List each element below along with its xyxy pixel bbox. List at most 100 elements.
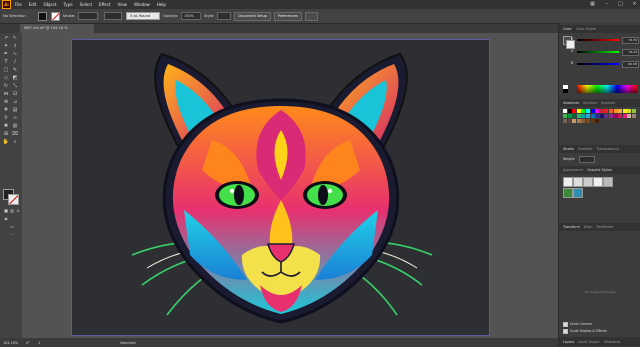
swatch-chip[interactable] [590,119,595,123]
swatch-chip[interactable] [627,114,632,118]
swatch-chip[interactable] [595,119,600,123]
swatch-chip[interactable] [632,114,636,118]
close-icon[interactable]: × [631,1,638,7]
tab-pathfinder[interactable]: Pathfinder [596,225,613,229]
swatch-chip[interactable] [613,109,618,113]
maximize-icon[interactable]: □ [617,1,624,7]
swatch-chip[interactable] [609,109,613,113]
tab-graphic-styles[interactable]: Graphic Styles [587,168,612,172]
direct-selection-tool-icon[interactable]: ↖ [11,35,19,42]
swatch-chip[interactable] [599,109,604,113]
swatch-chip[interactable] [567,114,572,118]
swatch-chip[interactable] [632,109,636,113]
hand-tool-icon[interactable]: ✋ [2,139,10,146]
tab-symbols[interactable]: Symbols [601,101,615,105]
swatch-chip[interactable] [576,119,581,123]
brush-definition-dropdown[interactable]: 5 pt. Round [126,12,161,20]
tab-gradient[interactable]: Gradient [578,147,593,151]
swatch-chip[interactable] [581,109,586,113]
swatch-chip[interactable] [595,114,600,118]
graphic-style-7[interactable] [573,188,583,198]
menu-window[interactable]: Window [134,2,150,7]
menu-view[interactable]: View [118,2,128,7]
tab-artboards[interactable]: Artboards [604,340,621,344]
width-tool-icon[interactable]: ⋈ [2,91,10,98]
swatch-chip[interactable] [572,114,577,118]
draw-mode-icon[interactable]: ◉ [2,215,10,222]
swatch-chip[interactable] [581,114,586,118]
swatch-chip[interactable] [622,109,627,113]
rotate-view-angle[interactable]: 0° [26,341,30,345]
tab-stroke[interactable]: Stroke [563,147,574,151]
swatch-chip[interactable] [627,109,632,113]
scale-tool-icon[interactable]: ⤡ [11,83,19,90]
current-tool-label[interactable]: Selection [120,341,136,345]
workspace-icon[interactable]: ▦ [589,1,596,7]
swatch-chip[interactable] [567,109,572,113]
swatch-chip[interactable] [572,109,577,113]
swatch-chip[interactable] [586,119,590,123]
swatch-chip[interactable] [609,114,613,118]
menu-help[interactable]: Help [157,2,166,7]
arrange-icon[interactable] [304,11,318,21]
free-transform-icon[interactable]: ⊡ [11,91,19,98]
tab-swatches[interactable]: Swatches [563,101,579,105]
menu-type[interactable]: Type [63,2,72,7]
minimize-icon[interactable]: – [603,1,610,7]
green-slider[interactable]: G 76.29 [571,49,639,56]
tab-appearance[interactable]: Appearance [563,168,583,172]
graph-tool-icon[interactable]: ▥ [11,123,19,130]
stroke-swatch[interactable] [50,11,60,21]
tab-color-guide[interactable]: Color Guide [576,27,596,31]
swatch-grid[interactable] [563,109,639,141]
swatch-chip[interactable] [590,109,595,113]
symbol-sprayer-icon[interactable]: ✺ [2,123,10,130]
menu-select[interactable]: Select [80,2,92,7]
screen-mode-icon[interactable]: ▭ [8,223,16,230]
tab-color[interactable]: Color [563,27,572,31]
menu-effect[interactable]: Effect [99,2,111,7]
color-stroke-swatch[interactable] [566,40,575,49]
swatch-chip[interactable] [595,109,600,113]
line-tool-icon[interactable]: / [11,59,19,66]
rectangle-tool-icon[interactable]: □ [2,67,10,74]
swatch-chip[interactable] [586,109,590,113]
green-value[interactable]: 76.29 [622,49,639,56]
tab-brushes[interactable]: Brushes [583,101,597,105]
shaper-tool-icon[interactable]: ◇ [2,75,10,82]
graphic-style-6[interactable] [563,188,573,198]
graphic-style-2[interactable] [573,177,583,187]
swatch-chip[interactable] [563,114,567,118]
black-swatch[interactable] [563,89,568,93]
stroke-weight-field[interactable] [78,12,99,20]
artboard-number[interactable]: 1 [38,341,40,345]
preferences-button[interactable]: Preferences [273,11,302,21]
blue-slider[interactable]: B 80.08 [571,61,639,68]
pen-tool-icon[interactable]: ✒ [2,51,10,58]
none-mode-icon[interactable]: ⊘ [14,207,22,214]
swatch-chip[interactable] [618,114,623,118]
swatch-chip[interactable] [613,114,618,118]
fill-swatch[interactable] [37,11,47,21]
swatch-chip[interactable] [572,119,577,123]
magic-wand-icon[interactable]: ✦ [2,43,10,50]
variable-width-field[interactable] [104,12,123,20]
blend-tool-icon[interactable]: ∞ [11,115,19,122]
graphic-style-3[interactable] [583,177,593,187]
swatch-chip[interactable] [618,109,623,113]
tab-transparency[interactable]: Transparency [597,147,620,151]
swatch-chip[interactable] [576,114,581,118]
menu-edit[interactable]: Edit [29,2,37,7]
selection-tool-icon[interactable]: ➚ [2,35,10,42]
swatch-chip[interactable] [604,114,609,118]
graphic-style-default[interactable] [563,177,573,187]
artboard[interactable] [71,39,490,336]
swatch-chip[interactable] [581,119,586,123]
stroke-weight-input[interactable] [579,156,595,163]
color-spectrum[interactable] [577,85,637,93]
graphic-style-5[interactable] [603,177,613,187]
swatch-chip[interactable] [622,114,627,118]
type-tool-icon[interactable]: T [2,59,10,66]
swatch-chip[interactable] [586,114,590,118]
style-dropdown[interactable] [217,12,232,20]
